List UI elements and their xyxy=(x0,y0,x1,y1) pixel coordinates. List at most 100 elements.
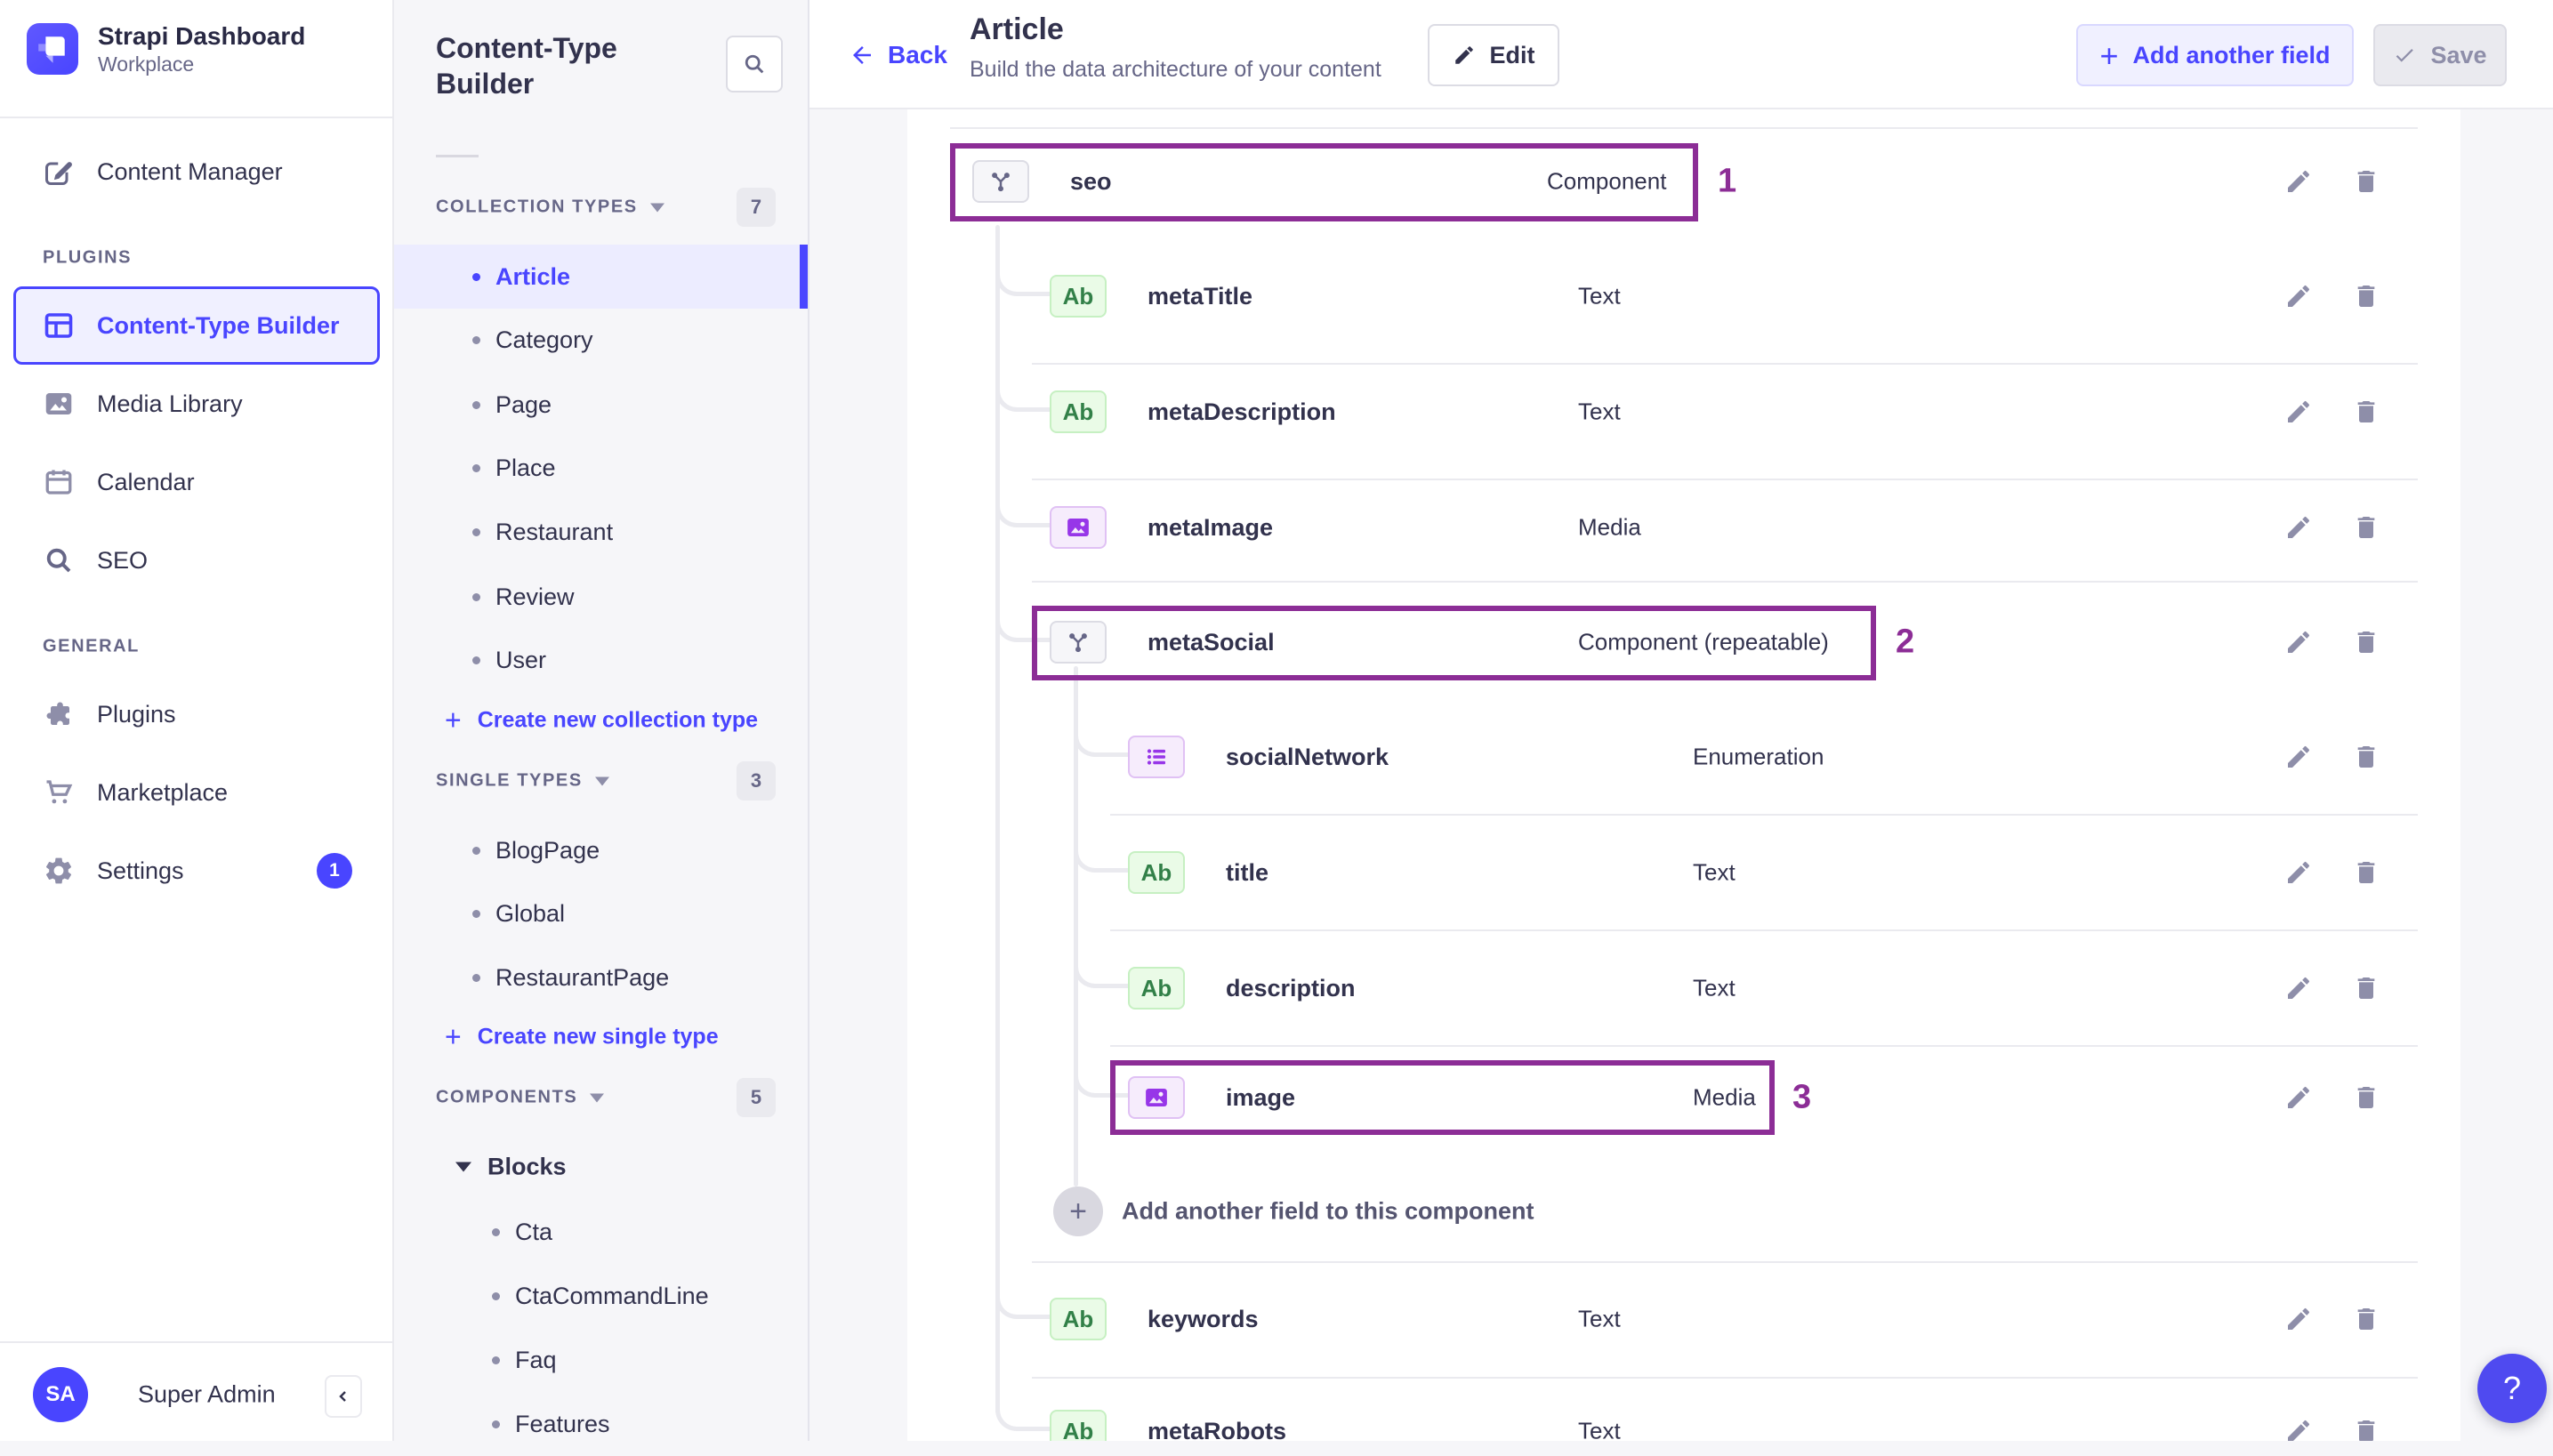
sidebar-item-calendar[interactable]: Calendar xyxy=(0,450,392,514)
edit-field-button[interactable] xyxy=(2284,858,2313,887)
help-button[interactable]: ? xyxy=(2477,1354,2547,1423)
strapi-logo-icon xyxy=(27,23,78,75)
chevron-down-icon xyxy=(590,1093,605,1102)
edit-button[interactable]: Edit xyxy=(1428,24,1559,86)
delete-field-button[interactable] xyxy=(2352,1305,2380,1333)
delete-field-button[interactable] xyxy=(2352,1083,2380,1112)
delete-field-button[interactable] xyxy=(2352,1417,2380,1441)
single-item-global[interactable]: Global xyxy=(394,881,808,945)
component-item-ctacommandline[interactable]: CtaCommandLine xyxy=(394,1264,808,1328)
user-name: Super Admin xyxy=(138,1380,276,1408)
page-header: Back Article Build the data architecture… xyxy=(809,0,2553,109)
component-item-label: Features xyxy=(515,1410,610,1437)
edit-field-button[interactable] xyxy=(2284,513,2313,542)
bullet-icon xyxy=(492,1291,500,1300)
component-item-label: CtaCommandLine xyxy=(515,1282,709,1309)
delete-field-button[interactable] xyxy=(2352,282,2380,310)
single-item-restaurantpage[interactable]: RestaurantPage xyxy=(394,945,808,1010)
row-actions xyxy=(2284,513,2380,542)
add-component-field-label[interactable]: Add another field to this component xyxy=(1122,1198,1534,1226)
text-field-icon: Ab xyxy=(1050,1298,1107,1340)
add-component-field-button[interactable]: + xyxy=(1053,1187,1103,1236)
components-header[interactable]: COMPONENTS xyxy=(436,1088,605,1108)
component-item-label: Faq xyxy=(515,1346,557,1373)
create-single-type-link[interactable]: + Create new single type xyxy=(445,1023,719,1051)
field-type: Text xyxy=(1578,282,1621,310)
collection-types-header[interactable]: COLLECTION TYPES xyxy=(436,197,664,218)
collection-item-article[interactable]: Article xyxy=(394,245,808,309)
field-row-description[interactable]: Ab description xyxy=(1128,949,1356,1027)
edit-field-button[interactable] xyxy=(2284,1417,2313,1441)
calendar-icon xyxy=(43,466,75,498)
collection-item-user[interactable]: User xyxy=(394,628,808,692)
cart-icon xyxy=(43,776,75,808)
collection-item-page[interactable]: Page xyxy=(394,373,808,437)
collection-item-place[interactable]: Place xyxy=(394,436,808,500)
row-actions xyxy=(2284,858,2380,887)
workspace-switcher[interactable]: Strapi Dashboard Workplace xyxy=(27,21,305,76)
sidebar-item-marketplace[interactable]: Marketplace xyxy=(0,760,392,825)
add-another-field-button[interactable]: + Add another field xyxy=(2076,24,2354,86)
sidebar-item-label: Plugins xyxy=(97,700,176,728)
row-separator xyxy=(1032,363,2418,365)
field-row-metatitle[interactable]: Ab metaTitle xyxy=(1050,257,1252,335)
content-type-builder-panel: Content-Type Builder COLLECTION TYPES 7 … xyxy=(394,0,809,1441)
edit-field-button[interactable] xyxy=(2284,1305,2313,1333)
layout-grid-icon xyxy=(43,310,75,342)
edit-field-button[interactable] xyxy=(2284,282,2313,310)
collection-item-restaurant[interactable]: Restaurant xyxy=(394,500,808,564)
collection-item-review[interactable]: Review xyxy=(394,565,808,629)
field-row-metarobots[interactable]: Ab metaRobots xyxy=(1050,1392,1286,1441)
save-button[interactable]: Save xyxy=(2373,24,2507,86)
component-item-faq[interactable]: Faq xyxy=(394,1328,808,1392)
delete-field-button[interactable] xyxy=(2352,513,2380,542)
field-row-metadescription[interactable]: Ab metaDescription xyxy=(1050,373,1336,451)
bullet-icon xyxy=(492,1227,500,1236)
field-row-socialnetwork[interactable]: socialNetwork xyxy=(1128,718,1389,796)
sidebar-item-media-library[interactable]: Media Library xyxy=(0,372,392,436)
delete-field-button[interactable] xyxy=(2352,974,2380,1002)
create-link-label: Create new collection type xyxy=(477,707,759,733)
collection-item-category[interactable]: Category xyxy=(394,308,808,372)
create-collection-type-link[interactable]: + Create new collection type xyxy=(445,706,759,735)
delete-field-button[interactable] xyxy=(2352,743,2380,771)
single-item-blogpage[interactable]: BlogPage xyxy=(394,818,808,882)
delete-field-button[interactable] xyxy=(2352,628,2380,656)
sidebar-item-plugins[interactable]: Plugins xyxy=(0,682,392,746)
section-label: SINGLE TYPES xyxy=(436,770,583,791)
search-button[interactable] xyxy=(726,36,783,93)
field-name: socialNetwork xyxy=(1226,743,1389,770)
edit-field-button[interactable] xyxy=(2284,743,2313,771)
component-item-cta[interactable]: Cta xyxy=(394,1200,808,1264)
avatar[interactable]: SA xyxy=(33,1367,88,1422)
sidebar-collapse-button[interactable] xyxy=(325,1375,362,1418)
back-link[interactable]: Back xyxy=(849,41,947,69)
delete-field-button[interactable] xyxy=(2352,398,2380,426)
sidebar-item-label: SEO xyxy=(97,546,149,574)
edit-field-button[interactable] xyxy=(2284,167,2313,196)
delete-field-button[interactable] xyxy=(2352,167,2380,196)
field-row-keywords[interactable]: Ab keywords xyxy=(1050,1280,1259,1358)
field-row-metaimage[interactable]: metaImage xyxy=(1050,488,1273,567)
component-item-features[interactable]: Features xyxy=(394,1392,808,1456)
field-row-title[interactable]: Ab title xyxy=(1128,833,1268,912)
text-field-icon: Ab xyxy=(1050,1410,1107,1441)
create-link-label: Create new single type xyxy=(477,1024,719,1050)
bullet-icon xyxy=(472,400,480,409)
edit-field-button[interactable] xyxy=(2284,1083,2313,1112)
single-item-label: BlogPage xyxy=(495,836,600,864)
edit-field-button[interactable] xyxy=(2284,974,2313,1002)
sidebar-item-content-type-builder[interactable]: Content-Type Builder xyxy=(13,286,380,365)
delete-field-button[interactable] xyxy=(2352,858,2380,887)
component-group-blocks[interactable]: Blocks xyxy=(455,1154,567,1181)
tree-elbow xyxy=(995,487,1050,527)
single-types-header[interactable]: SINGLE TYPES xyxy=(436,771,609,792)
tree-elbow xyxy=(995,1278,1050,1319)
collection-item-label: Review xyxy=(495,583,575,610)
sidebar-item-content-manager[interactable]: Content Manager xyxy=(0,140,392,204)
edit-field-button[interactable] xyxy=(2284,398,2313,426)
sidebar-item-seo[interactable]: SEO xyxy=(0,528,392,592)
edit-field-button[interactable] xyxy=(2284,628,2313,656)
single-item-label: RestaurantPage xyxy=(495,963,670,991)
row-separator xyxy=(1032,479,2418,480)
